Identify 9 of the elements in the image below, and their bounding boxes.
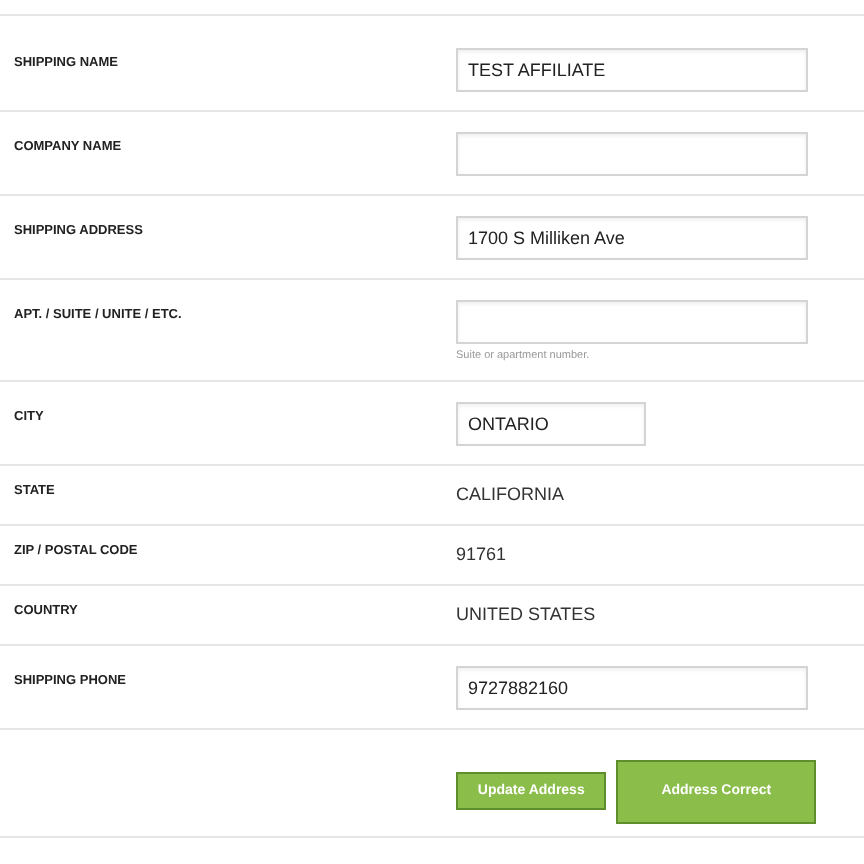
input-field[interactable]: [456, 132, 808, 176]
input-field[interactable]: 1700 S Milliken Ave: [456, 216, 808, 260]
input-field[interactable]: TEST AFFILIATE: [456, 48, 808, 92]
input-field[interactable]: ONTARIO: [456, 402, 646, 446]
field-value: UNITED STATES: [456, 604, 598, 624]
field-value: 91761: [456, 544, 509, 564]
input-field[interactable]: 9727882160: [456, 666, 808, 710]
input-field[interactable]: [456, 300, 808, 344]
field-value: CALIFORNIA: [456, 484, 567, 504]
